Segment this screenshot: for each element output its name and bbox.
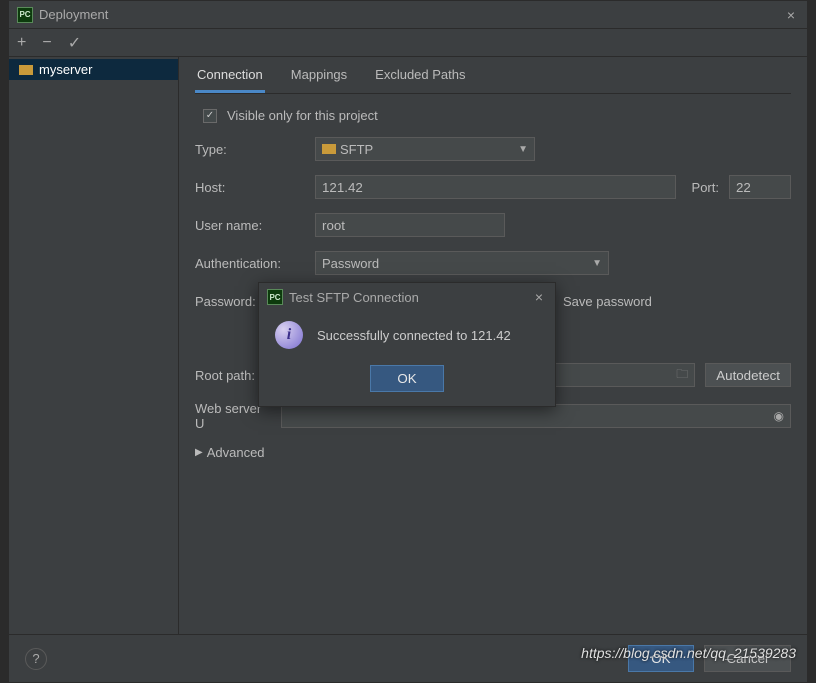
- test-connection-dialog: PC Test SFTP Connection × i Successfully…: [258, 282, 556, 407]
- advanced-label: Advanced: [207, 445, 265, 460]
- modal-message: Successfully connected to 121.42: [317, 328, 511, 343]
- sidebar-item-label: myserver: [39, 62, 92, 77]
- help-button[interactable]: ?: [25, 648, 47, 670]
- save-password-label: Save password: [563, 294, 652, 309]
- close-icon[interactable]: ×: [783, 7, 799, 23]
- type-select[interactable]: SFTP ▼: [315, 137, 535, 161]
- pycharm-icon: PC: [17, 7, 33, 23]
- visible-only-checkbox[interactable]: ✓: [203, 109, 217, 123]
- visible-only-label: Visible only for this project: [227, 108, 378, 123]
- auth-select[interactable]: Password ▼: [315, 251, 609, 275]
- dialog-titlebar: PC Deployment ×: [9, 1, 807, 29]
- modal-footer: OK: [259, 355, 555, 406]
- server-icon: [19, 65, 33, 75]
- watermark: https://blog.csdn.net/qq_21539283: [581, 645, 796, 661]
- host-label: Host:: [195, 180, 305, 195]
- visible-only-row: ✓ Visible only for this project: [203, 108, 791, 123]
- port-input[interactable]: [729, 175, 791, 199]
- type-label: Type:: [195, 142, 305, 157]
- modal-titlebar: PC Test SFTP Connection ×: [259, 283, 555, 311]
- servers-sidebar: myserver: [9, 57, 179, 634]
- pycharm-icon: PC: [267, 289, 283, 305]
- remove-icon[interactable]: −: [42, 34, 51, 52]
- modal-ok-button[interactable]: OK: [370, 365, 443, 392]
- tabs: Connection Mappings Excluded Paths: [195, 57, 791, 94]
- host-row: Host: Port:: [195, 175, 791, 199]
- globe-icon: ◉: [774, 409, 784, 423]
- port-label: Port:: [692, 180, 719, 195]
- user-row: User name:: [195, 213, 791, 237]
- autodetect-button[interactable]: Autodetect: [705, 363, 791, 387]
- add-icon[interactable]: +: [17, 34, 26, 52]
- advanced-toggle[interactable]: ▶ Advanced: [195, 445, 791, 460]
- weburl-input[interactable]: ◉: [281, 404, 791, 428]
- sftp-icon: [322, 144, 336, 154]
- auth-label: Authentication:: [195, 256, 305, 271]
- modal-body: i Successfully connected to 121.42: [259, 311, 555, 355]
- tab-mappings[interactable]: Mappings: [289, 57, 349, 93]
- type-value: SFTP: [340, 142, 373, 157]
- dialog-title: Deployment: [39, 7, 783, 22]
- close-icon[interactable]: ×: [531, 289, 547, 305]
- user-label: User name:: [195, 218, 305, 233]
- modal-title: Test SFTP Connection: [289, 290, 531, 305]
- sidebar-toolbar: + − ✓: [9, 29, 807, 57]
- host-input[interactable]: [315, 175, 676, 199]
- tab-excluded[interactable]: Excluded Paths: [373, 57, 467, 93]
- type-row: Type: SFTP ▼: [195, 137, 791, 161]
- folder-icon[interactable]: 🗀: [676, 365, 688, 386]
- chevron-down-icon: ▼: [592, 258, 602, 269]
- triangle-right-icon: ▶: [195, 447, 203, 458]
- user-input[interactable]: [315, 213, 505, 237]
- tab-connection[interactable]: Connection: [195, 57, 265, 93]
- auth-value: Password: [322, 256, 379, 271]
- chevron-down-icon: ▼: [518, 144, 528, 155]
- info-icon: i: [275, 321, 303, 349]
- sidebar-item-myserver[interactable]: myserver: [9, 59, 178, 80]
- auth-row: Authentication: Password ▼: [195, 251, 791, 275]
- check-icon[interactable]: ✓: [68, 33, 81, 53]
